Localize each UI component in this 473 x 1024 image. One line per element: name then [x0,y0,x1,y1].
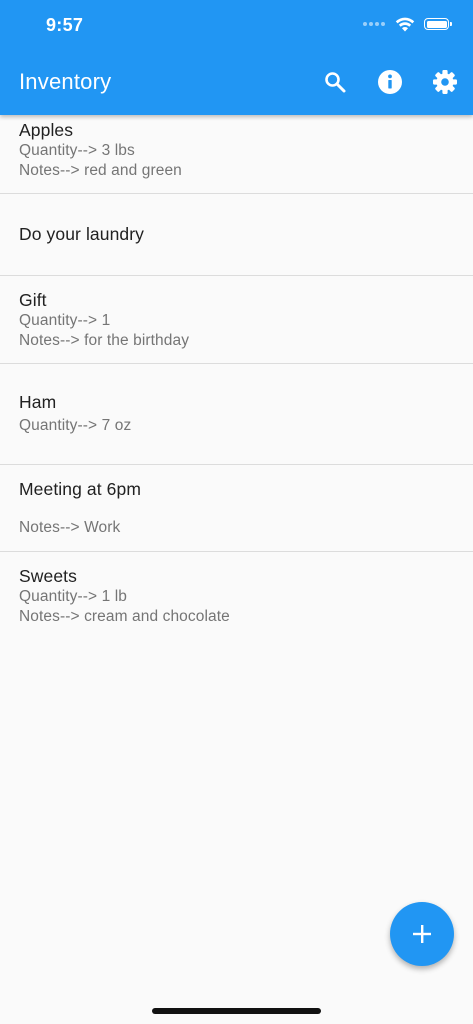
item-title: Ham [19,392,57,412]
inventory-list: Apples Quantity--> 3 lbs Notes--> red an… [0,115,473,634]
list-item[interactable]: Do your laundry [0,194,473,276]
item-notes: Notes--> for the birthday [19,332,190,349]
search-button[interactable] [318,65,352,99]
info-button[interactable] [373,65,407,99]
item-notes: Notes--> cream and chocolate [19,608,230,625]
item-notes: Notes--> red and green [19,162,182,179]
app-bar: 9:57 Inventory [0,0,473,115]
item-title: Gift [19,290,47,310]
list-item[interactable]: Apples Quantity--> 3 lbs Notes--> red an… [0,115,473,194]
item-quantity: Quantity--> 3 lbs [19,142,135,159]
add-item-button[interactable] [390,902,454,966]
item-title: Sweets [19,566,77,586]
settings-button[interactable] [428,65,462,99]
item-notes: Notes--> Work [19,519,121,536]
cellular-signal-icon [363,22,385,26]
page-title: Inventory [19,69,112,94]
item-quantity: Quantity--> 1 lb [19,588,127,605]
item-quantity: Quantity--> 7 oz [19,417,132,434]
status-icons [363,16,452,32]
item-title: Do your laundry [19,224,145,244]
info-icon [378,70,402,94]
plus-icon [413,925,431,943]
status-time: 9:57 [46,15,84,35]
wifi-icon [395,17,415,32]
item-title: Meeting at 6pm [19,479,142,499]
home-indicator[interactable] [152,1008,321,1014]
list-item[interactable]: Ham Quantity--> 7 oz [0,364,473,465]
item-title: Apples [19,120,74,140]
list-item[interactable]: Meeting at 6pm Notes--> Work [0,465,473,552]
list-item[interactable]: Gift Quantity--> 1 Notes--> for the birt… [0,276,473,364]
list-item[interactable]: Sweets Quantity--> 1 lb Notes--> cream a… [0,552,473,634]
battery-icon [424,18,452,30]
screen: 9:57 Inventory Apples Quantity--> 3 lbs … [0,0,473,1024]
item-quantity: Quantity--> 1 [19,312,111,329]
search-icon [325,72,346,93]
gear-icon [433,70,457,94]
